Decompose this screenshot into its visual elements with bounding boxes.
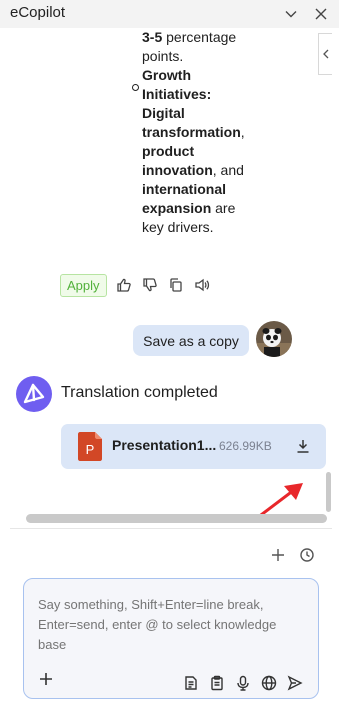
message-line: expansion are	[142, 199, 258, 218]
horizontal-scrollbar[interactable]	[26, 514, 327, 523]
app-title: eCopilot	[10, 4, 66, 21]
clipboard-icon[interactable]	[206, 673, 228, 693]
message-line: key drivers.	[142, 218, 258, 237]
file-size: 626.99KB	[219, 439, 272, 453]
message-bold-text: expansion	[142, 200, 212, 216]
speaker-icon[interactable]	[189, 273, 215, 297]
plus-icon[interactable]	[36, 669, 56, 689]
message-bold-text: 3-5	[142, 29, 163, 45]
message-line: Growth	[142, 66, 258, 85]
message-bold-text: product	[142, 143, 195, 159]
user-message-bubble: Save as a copy	[133, 325, 249, 356]
chat-area: 3-5 percentage points. Growth Initiatives: D…	[10, 28, 332, 528]
chevron-down-icon[interactable]	[281, 4, 301, 24]
message-plain-text: percentage	[162, 29, 237, 45]
apply-button[interactable]: Apply	[60, 273, 107, 297]
send-icon[interactable]	[284, 673, 306, 693]
message-plain-text: key drivers.	[142, 219, 214, 235]
message-bold-text: transformation	[142, 124, 241, 140]
vertical-scrollbar[interactable]	[326, 472, 331, 512]
message-bold-text: international	[142, 181, 227, 197]
message-line: 3-5 percentage	[142, 28, 258, 47]
message-line: transformation,	[142, 123, 258, 142]
ppt-file-icon: P	[78, 432, 102, 461]
file-name: Presentation1...	[112, 437, 217, 453]
message-plain-text: ,	[240, 124, 245, 140]
message-line: points.	[142, 47, 258, 66]
divider	[10, 528, 332, 529]
message-line: international	[142, 180, 258, 199]
thumbs-up-icon[interactable]	[111, 273, 137, 297]
bullet-marker	[132, 84, 139, 91]
svg-text:P: P	[86, 442, 95, 457]
message-input-box	[23, 578, 319, 699]
message-line: Digital	[142, 104, 258, 123]
document-list-icon[interactable]	[180, 673, 202, 693]
message-plain-text: points.	[142, 48, 184, 64]
copy-icon[interactable]	[163, 273, 189, 297]
message-plain-text: are	[211, 200, 236, 216]
message-line: innovation, and	[142, 161, 258, 180]
message-input[interactable]	[38, 595, 308, 655]
message-bold-text: innovation	[142, 162, 213, 178]
close-icon[interactable]	[311, 4, 331, 24]
message-bold-text: Growth	[142, 67, 191, 83]
message-line: product	[142, 142, 258, 161]
message-actions: Apply	[60, 273, 215, 297]
download-icon[interactable]	[293, 436, 313, 456]
ecopilot-logo-icon	[16, 376, 52, 412]
title-bar: eCopilot	[0, 0, 339, 28]
message-line: Initiatives:	[142, 85, 258, 104]
message-bold-text: Digital	[142, 105, 185, 121]
assistant-message-text: 3-5 percentage points. Growth Initiatives: D…	[142, 28, 258, 237]
user-avatar	[256, 321, 292, 357]
collapse-panel-button[interactable]	[318, 33, 332, 75]
user-message-text: Save as a copy	[143, 332, 239, 349]
message-bold-text: Initiatives:	[142, 86, 212, 102]
globe-icon[interactable]	[258, 673, 280, 693]
history-icon[interactable]	[297, 545, 317, 565]
message-plain-text: , and	[212, 162, 244, 178]
bot-message-text: Translation completed	[61, 384, 218, 401]
annotation-arrow	[254, 458, 314, 522]
thumbs-down-icon[interactable]	[137, 273, 163, 297]
microphone-icon[interactable]	[232, 673, 254, 693]
plus-icon[interactable]	[268, 545, 288, 565]
input-toolbar	[180, 673, 306, 693]
